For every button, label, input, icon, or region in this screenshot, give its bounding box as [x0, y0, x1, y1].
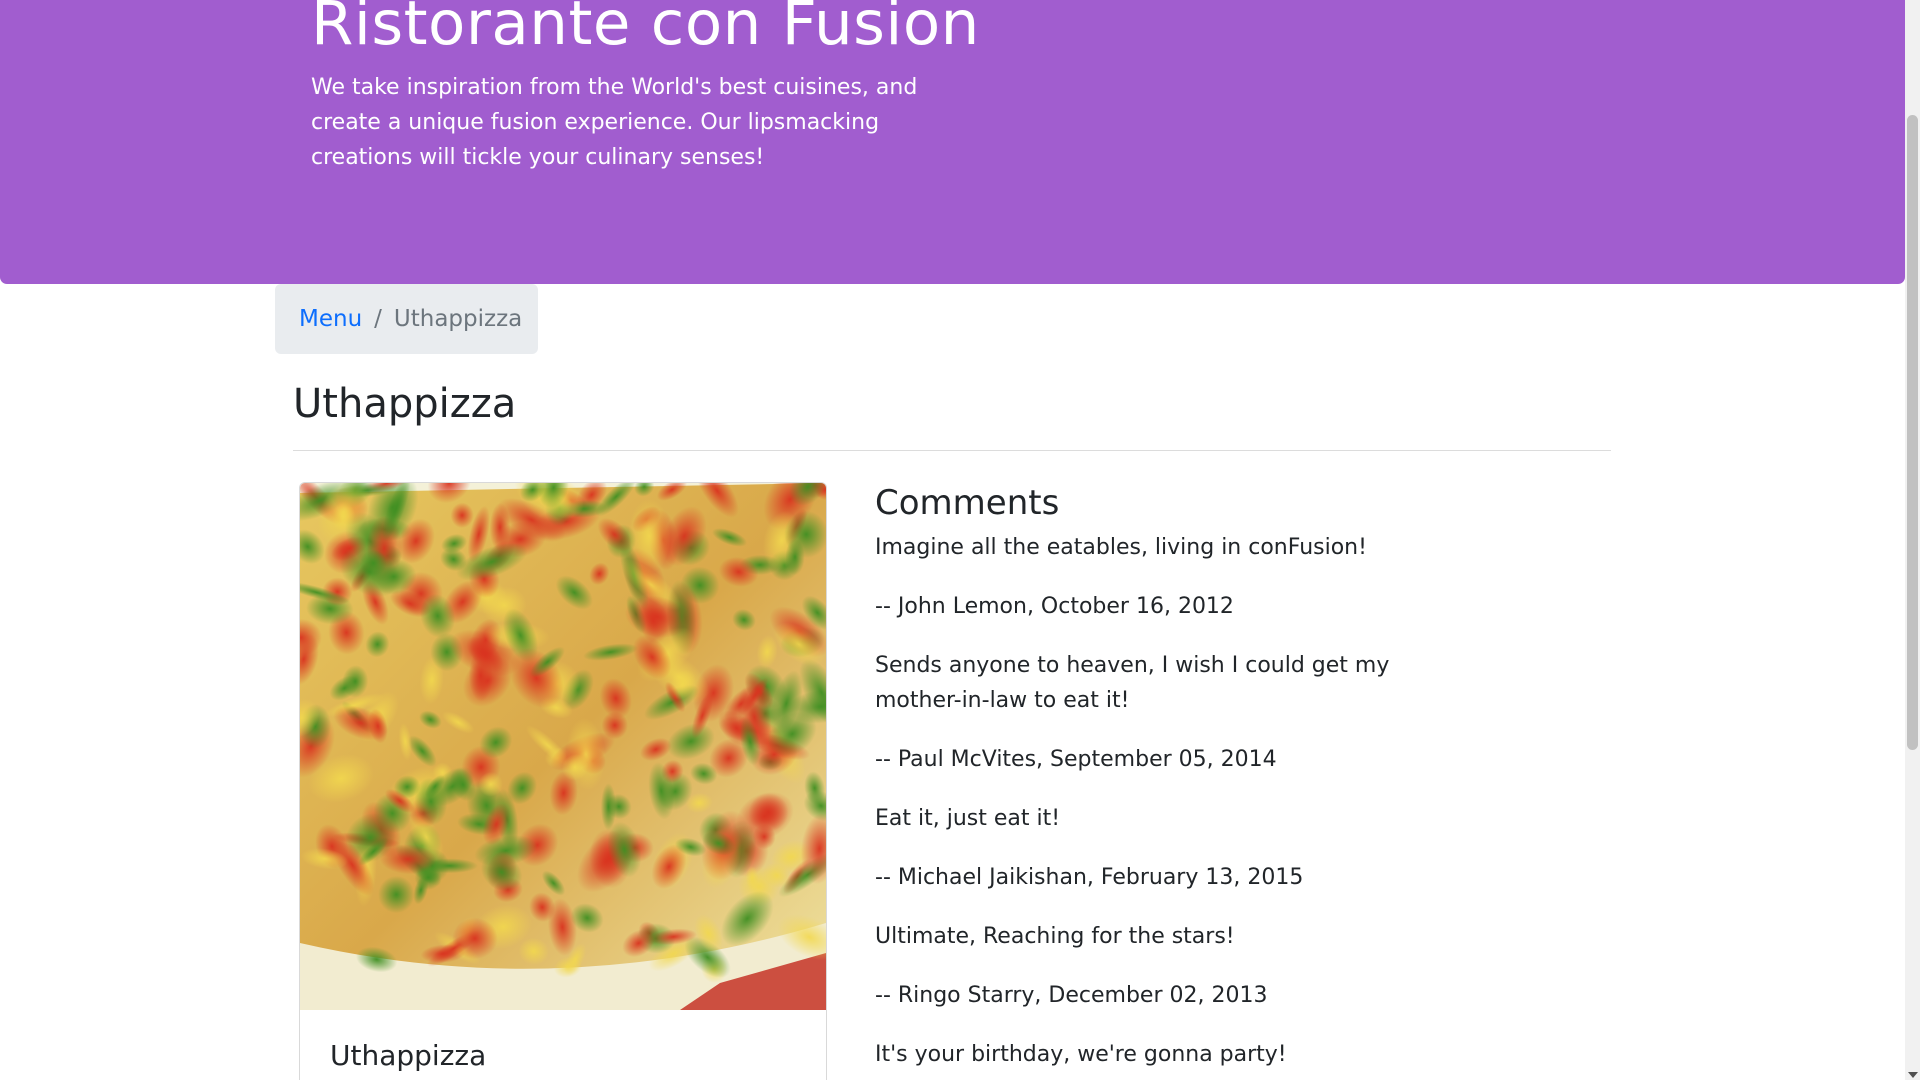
dish-name: Uthappizza — [330, 1039, 487, 1072]
dish-card: Uthappizza — [299, 482, 827, 1080]
page-title: Uthappizza — [293, 381, 517, 427]
title-divider — [293, 450, 1611, 451]
restaurant-title: Ristorante con Fusion — [311, 0, 980, 59]
dish-image — [300, 483, 826, 1010]
comments-section: Comments Imagine all the eatables, livin… — [875, 480, 1405, 1080]
comment-text: Imagine all the eatables, living in conF… — [875, 535, 1367, 560]
breadcrumb-menu-link[interactable]: Menu — [299, 306, 362, 332]
page-scrollbar[interactable] — [1905, 0, 1920, 1080]
breadcrumb: Menu / Uthappizza — [275, 284, 538, 354]
page-viewport: Ristorante con Fusion We take inspiratio… — [0, 0, 1920, 1080]
scrollbar-thumb[interactable] — [1907, 115, 1918, 750]
comment-text: Ultimate, Reaching for the stars! — [875, 924, 1235, 949]
comment-text: Sends anyone to heaven, I wish I could g… — [875, 653, 1390, 713]
comments-list: Imagine all the eatables, living in conF… — [875, 530, 1405, 1072]
jumbotron: Ristorante con Fusion We take inspiratio… — [0, 0, 1905, 284]
comment-author-date: -- Paul McVites, September 05, 2014 — [875, 747, 1277, 772]
comment-author-date: -- John Lemon, October 16, 2012 — [875, 594, 1234, 619]
scroll-down-arrow-icon[interactable] — [1908, 1072, 1918, 1078]
comment-author-date: -- Ringo Starry, December 02, 2013 — [875, 983, 1268, 1008]
comment-author-date: -- Michael Jaikishan, February 13, 2015 — [875, 865, 1304, 890]
comment-text: Eat it, just eat it! — [875, 806, 1061, 831]
breadcrumb-separator: / — [374, 306, 382, 332]
restaurant-tagline: We take inspiration from the World's bes… — [311, 75, 918, 170]
breadcrumb-current: Uthappizza — [393, 306, 523, 332]
comment-text: It's your birthday, we're gonna party! — [875, 1042, 1287, 1067]
comments-heading: Comments — [875, 483, 1060, 523]
